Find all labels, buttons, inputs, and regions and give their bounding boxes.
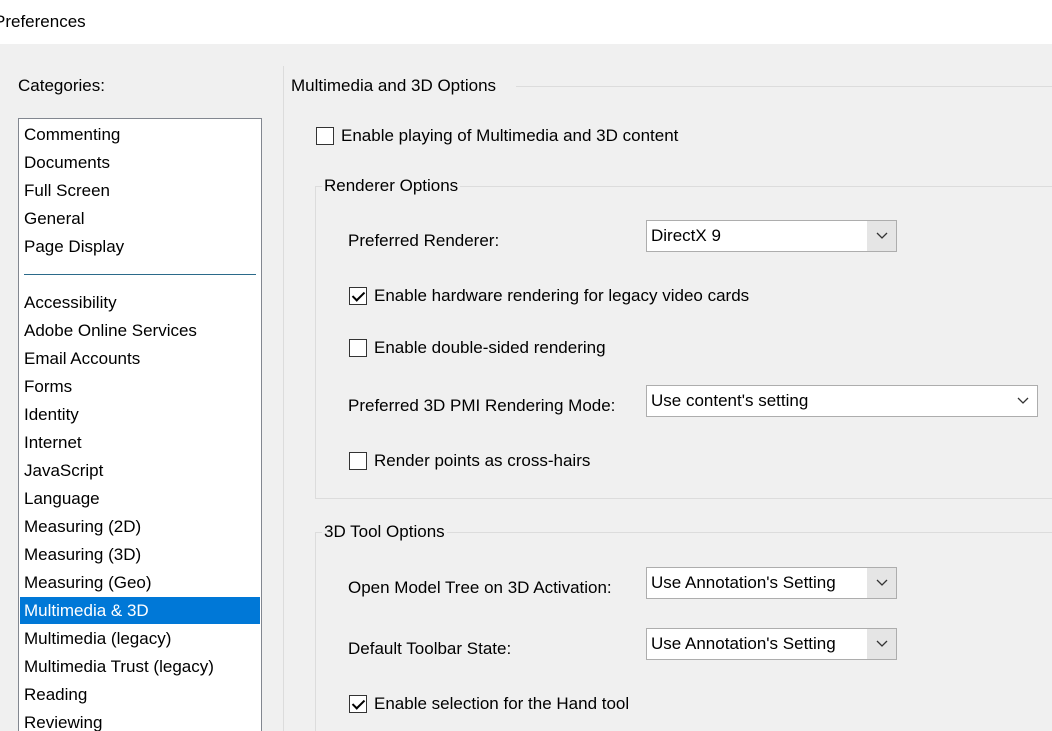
- category-email-accounts[interactable]: Email Accounts: [20, 345, 260, 372]
- category-separator: [24, 274, 256, 275]
- categories-label: Categories:: [18, 76, 105, 95]
- category-general[interactable]: General: [20, 205, 260, 232]
- category-multimedia-trust-legacy[interactable]: Multimedia Trust (legacy): [20, 653, 260, 680]
- categories-list[interactable]: Commenting Documents Full Screen General…: [18, 118, 262, 731]
- model-tree-label: Open Model Tree on 3D Activation:: [348, 578, 612, 597]
- chevron-down-icon: [876, 640, 888, 647]
- pmi-mode-label: Preferred 3D PMI Rendering Mode:: [348, 396, 616, 415]
- tool-options-title: 3D Tool Options: [322, 522, 447, 542]
- hw-rendering-label: Enable hardware rendering for legacy vid…: [374, 286, 750, 305]
- category-reviewing[interactable]: Reviewing: [20, 709, 260, 731]
- window-title: Preferences: [0, 12, 86, 31]
- category-accessibility[interactable]: Accessibility: [20, 289, 260, 316]
- category-adobe-online-services[interactable]: Adobe Online Services: [20, 317, 260, 344]
- title-bar: Preferences: [0, 0, 1052, 44]
- category-measuring-geo[interactable]: Measuring (Geo): [20, 569, 260, 596]
- hand-tool-label: Enable selection for the Hand tool: [374, 694, 630, 713]
- category-full-screen[interactable]: Full Screen: [20, 177, 260, 204]
- category-multimedia-3d[interactable]: Multimedia & 3D: [20, 597, 260, 624]
- model-tree-value: Use Annotation's Setting: [651, 573, 836, 592]
- enable-playing-row[interactable]: Enable playing of Multimedia and 3D cont…: [316, 126, 678, 146]
- preferred-renderer-select[interactable]: DirectX 9: [646, 220, 897, 252]
- pmi-mode-select[interactable]: Use content's setting: [646, 385, 1038, 417]
- toolbar-state-dropdown-button[interactable]: [867, 629, 896, 659]
- category-multimedia-legacy[interactable]: Multimedia (legacy): [20, 625, 260, 652]
- category-documents[interactable]: Documents: [20, 149, 260, 176]
- category-reading[interactable]: Reading: [20, 681, 260, 708]
- hand-tool-row[interactable]: Enable selection for the Hand tool: [349, 694, 629, 714]
- cross-hairs-row[interactable]: Render points as cross-hairs: [349, 451, 590, 471]
- enable-playing-label: Enable playing of Multimedia and 3D cont…: [341, 126, 679, 145]
- renderer-options-title: Renderer Options: [322, 176, 461, 196]
- category-page-display[interactable]: Page Display: [20, 233, 260, 260]
- category-internet[interactable]: Internet: [20, 429, 260, 456]
- toolbar-state-select[interactable]: Use Annotation's Setting: [646, 628, 897, 660]
- category-forms[interactable]: Forms: [20, 373, 260, 400]
- category-javascript[interactable]: JavaScript: [20, 457, 260, 484]
- panel-title: Multimedia and 3D Options: [291, 76, 497, 95]
- panel-title-rule: [516, 86, 1052, 87]
- preferred-renderer-label: Preferred Renderer:: [348, 231, 500, 250]
- hand-tool-checkbox[interactable]: [349, 695, 367, 713]
- chevron-down-icon: [876, 232, 888, 239]
- pane-divider: [283, 66, 284, 731]
- category-commenting[interactable]: Commenting: [20, 121, 260, 148]
- category-identity[interactable]: Identity: [20, 401, 260, 428]
- preferred-renderer-dropdown-button[interactable]: [867, 221, 896, 251]
- cross-hairs-checkbox[interactable]: [349, 452, 367, 470]
- model-tree-select[interactable]: Use Annotation's Setting: [646, 567, 897, 599]
- category-language[interactable]: Language: [20, 485, 260, 512]
- model-tree-dropdown-button[interactable]: [867, 568, 896, 598]
- cross-hairs-label: Render points as cross-hairs: [374, 451, 591, 470]
- preferred-renderer-value: DirectX 9: [651, 226, 721, 245]
- toolbar-state-value: Use Annotation's Setting: [651, 634, 836, 653]
- category-measuring-2d[interactable]: Measuring (2D): [20, 513, 260, 540]
- pmi-mode-dropdown-button[interactable]: [1008, 386, 1037, 416]
- chevron-down-icon: [876, 579, 888, 586]
- double-sided-label: Enable double-sided rendering: [374, 338, 606, 357]
- category-measuring-3d[interactable]: Measuring (3D): [20, 541, 260, 568]
- chevron-down-icon: [1017, 397, 1029, 404]
- toolbar-state-label: Default Toolbar State:: [348, 639, 512, 658]
- enable-playing-checkbox[interactable]: [316, 127, 334, 145]
- double-sided-row[interactable]: Enable double-sided rendering: [349, 338, 606, 358]
- double-sided-checkbox[interactable]: [349, 339, 367, 357]
- hw-rendering-row[interactable]: Enable hardware rendering for legacy vid…: [349, 286, 749, 306]
- pmi-mode-value: Use content's setting: [651, 391, 809, 410]
- hw-rendering-checkbox[interactable]: [349, 287, 367, 305]
